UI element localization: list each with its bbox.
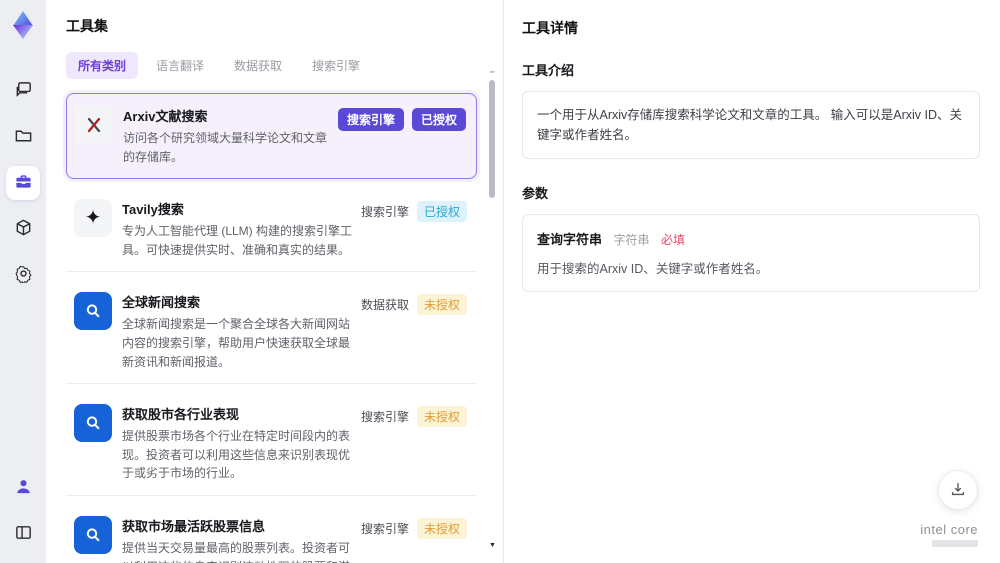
- scroll-up-arrow[interactable]: ▔: [490, 72, 495, 79]
- search-globe-icon: [74, 404, 112, 443]
- tool-card[interactable]: 获取市场最活跃股票信息 提供当天交易量最高的股票列表。投资者可以利用这些信息来识…: [66, 503, 477, 563]
- tool-category-tag: 搜索引擎: [337, 108, 404, 131]
- tool-name: Arxiv文献搜索: [123, 109, 208, 124]
- tool-name: Tavily搜索: [122, 202, 184, 218]
- tool-detail-panel: 工具详情 工具介绍 一个用于从Arxiv存储库搜索科学论文和文章的工具。 输入可…: [504, 0, 1000, 563]
- tool-description: 专为人工智能代理 (LLM) 构建的搜索引擎工具。可快速提供实时、准确和真实的结…: [122, 224, 353, 257]
- list-scrollbar[interactable]: ▔ ▼: [488, 72, 496, 549]
- scrollbar-thumb[interactable]: [489, 80, 495, 198]
- tool-status-badge: 已授权: [416, 201, 467, 223]
- tavily-star-icon: ✦: [74, 199, 112, 238]
- tool-description: 全球新闻搜索是一个聚合全球各大新闻网站内容的搜索引擎，帮助用户快速获取全球最新资…: [122, 317, 351, 369]
- left-sidebar: [0, 0, 46, 563]
- param-type: 字符串: [613, 233, 650, 247]
- download-icon: [949, 480, 967, 501]
- tool-card[interactable]: 获取股市各行业表现 提供股票市场各个行业在特定时间段内的表现。投资者可以利用这些…: [66, 392, 477, 496]
- intel-core-logo: intel core: [920, 522, 978, 547]
- param-description: 用于搜索的Arxiv ID、关键字或作者姓名。: [537, 262, 769, 276]
- tool-description: 提供股票市场各个行业在特定时间段内的表现。投资者可以利用这些信息来识别表现优于或…: [122, 429, 351, 481]
- category-tabs: 所有类别 语言翻译 数据获取 搜索引擎: [66, 52, 503, 79]
- app-logo-icon: [8, 10, 38, 40]
- tool-category-tag: 搜索引擎: [360, 205, 409, 220]
- gear-icon: [14, 264, 33, 286]
- tab-1[interactable]: 语言翻译: [144, 52, 216, 79]
- sidebar-item-toolbox[interactable]: [6, 166, 40, 200]
- tool-category-tag: 搜索引擎: [360, 410, 409, 425]
- search-globe-icon: [74, 292, 112, 331]
- param-header: 查询字符串 字符串 必填: [537, 229, 965, 249]
- tool-card[interactable]: 全球新闻搜索 全球新闻搜索是一个聚合全球各大新闻网站内容的搜索引擎，帮助用户快速…: [66, 280, 477, 385]
- sidebar-item-models[interactable]: [6, 212, 40, 246]
- sidebar-item-settings[interactable]: [6, 258, 40, 292]
- tool-name: 获取股市各行业表现: [122, 407, 240, 423]
- tool-status-badge: 未授权: [416, 517, 467, 539]
- tool-list: Arxiv文献搜索 访问各个研究领域大量科学论文和文章的存储库。 搜索引擎 已授…: [66, 93, 503, 563]
- tool-status-badge: 已授权: [411, 108, 466, 131]
- toolbox-icon: [14, 172, 33, 194]
- search-globe-icon: [74, 515, 112, 554]
- arxiv-icon: [75, 106, 113, 144]
- panel-toggle-icon: [14, 523, 33, 545]
- sidebar-item-user[interactable]: [6, 471, 40, 505]
- chat-icon: [14, 80, 33, 102]
- param-box: 查询字符串 字符串 必填 用于搜索的Arxiv ID、关键字或作者姓名。: [522, 214, 980, 292]
- tool-name: 全球新闻搜索: [122, 295, 201, 311]
- app-window: 工具集 所有类别 语言翻译 数据获取 搜索引擎 Arxiv文献搜索 访问各个研究领域大…: [0, 0, 1000, 563]
- tool-description: 访问各个研究领域大量科学论文和文章的存储库。: [123, 131, 328, 164]
- sidebar-item-chat[interactable]: [6, 74, 40, 108]
- download-button[interactable]: [938, 470, 978, 510]
- tool-category-tag: 搜索引擎: [360, 521, 409, 536]
- tool-list-panel: 工具集 所有类别 语言翻译 数据获取 搜索引擎 Arxiv文献搜索 访问各个研究领域大…: [46, 0, 504, 563]
- tool-name: 获取市场最活跃股票信息: [122, 518, 266, 534]
- cube-icon: [14, 218, 33, 240]
- tab-2[interactable]: 数据获取: [222, 52, 294, 79]
- param-name: 查询字符串: [537, 232, 603, 247]
- tool-card[interactable]: ✦ Tavily搜索 专为人工智能代理 (LLM) 构建的搜索引擎工具。可快速提…: [66, 187, 477, 273]
- intro-heading: 工具介绍: [522, 63, 575, 78]
- intro-box: 一个用于从Arxiv存储库搜索科学论文和文章的工具。 输入可以是Arxiv ID…: [522, 91, 980, 159]
- intel-core-text: intel core: [920, 522, 978, 537]
- detail-title: 工具详情: [522, 20, 578, 36]
- sidebar-item-files[interactable]: [6, 120, 40, 154]
- params-heading: 参数: [522, 186, 549, 201]
- page-title: 工具集: [66, 18, 108, 34]
- tool-category-tag: 数据获取: [360, 298, 409, 313]
- tool-status-badge: 未授权: [416, 406, 467, 428]
- intel-logo-subline: [932, 540, 978, 547]
- tab-3[interactable]: 搜索引擎: [300, 52, 372, 79]
- tool-status-badge: 未授权: [416, 294, 467, 316]
- param-required-badge: 必填: [660, 233, 685, 247]
- folder-icon: [14, 126, 33, 148]
- scroll-down-arrow[interactable]: ▼: [489, 542, 496, 549]
- tool-description: 提供当天交易量最高的股票列表。投资者可以利用这些信息来识别流动性强的股票和潜在的…: [122, 540, 351, 563]
- sidebar-item-panel-toggle[interactable]: [6, 517, 40, 551]
- tab-0[interactable]: 所有类别: [66, 52, 139, 79]
- user-icon: [14, 477, 33, 499]
- tool-card[interactable]: Arxiv文献搜索 访问各个研究领域大量科学论文和文章的存储库。 搜索引擎 已授…: [66, 93, 477, 180]
